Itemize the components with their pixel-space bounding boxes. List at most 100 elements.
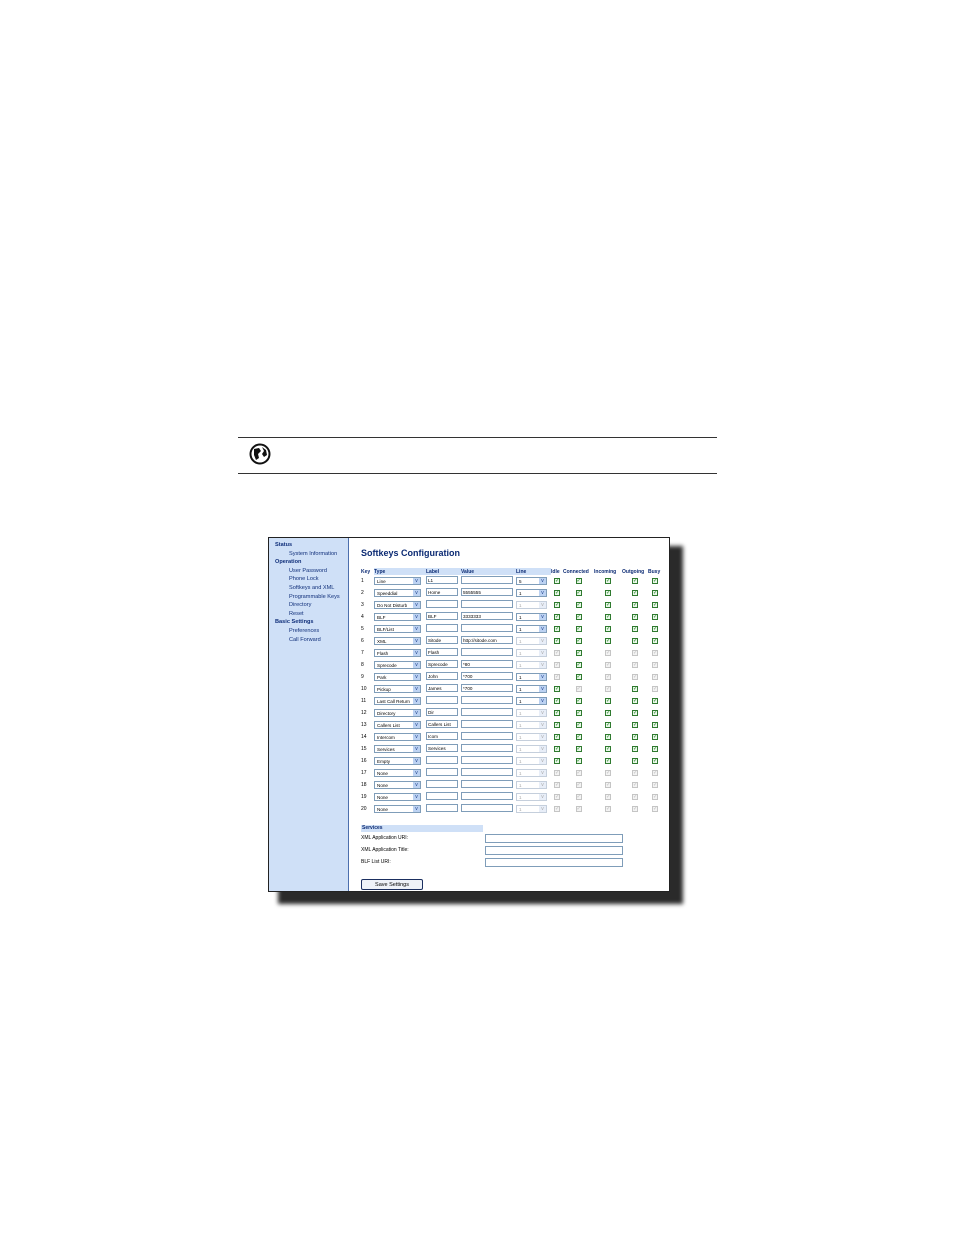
busy-checkbox[interactable]: ✓ — [652, 686, 658, 692]
value-input[interactable] — [461, 792, 513, 800]
line-select[interactable]: 1v — [516, 709, 547, 717]
incoming-checkbox[interactable]: ✓ — [605, 722, 611, 728]
incoming-checkbox[interactable]: ✓ — [605, 650, 611, 656]
nav-heading-operation[interactable]: Operation — [269, 558, 348, 567]
idle-checkbox[interactable]: ✓ — [554, 758, 560, 764]
idle-checkbox[interactable]: ✓ — [554, 698, 560, 704]
type-select[interactable]: Intercom v — [374, 733, 421, 741]
value-input[interactable] — [461, 600, 513, 608]
incoming-checkbox[interactable]: ✓ — [605, 602, 611, 608]
line-select[interactable]: 1v — [516, 649, 547, 657]
incoming-checkbox[interactable]: ✓ — [605, 746, 611, 752]
line-select[interactable]: 1v — [516, 805, 547, 813]
line-select[interactable]: 1v — [516, 601, 547, 609]
type-select[interactable]: BLF v — [374, 613, 421, 621]
label-input[interactable]: Services — [426, 744, 458, 752]
value-input[interactable] — [461, 756, 513, 764]
connected-checkbox[interactable]: ✓ — [575, 686, 582, 692]
busy-checkbox[interactable]: ✓ — [652, 734, 658, 740]
idle-checkbox[interactable]: ✓ — [554, 806, 560, 812]
outgoing-checkbox[interactable]: ✓ — [632, 722, 638, 728]
label-input[interactable]: L1 — [426, 576, 458, 584]
label-input[interactable] — [426, 792, 458, 800]
connected-checkbox[interactable]: ✓ — [575, 590, 582, 596]
incoming-checkbox[interactable]: ✓ — [605, 578, 611, 584]
connected-checkbox[interactable]: ✓ — [575, 794, 582, 800]
type-select[interactable]: Line v — [374, 577, 421, 585]
nav-item-user-password[interactable]: User Password — [269, 567, 348, 576]
type-select[interactable]: Flash v — [374, 649, 421, 657]
value-input[interactable]: *700 — [461, 684, 513, 692]
nav-heading-basic-settings[interactable]: Basic Settings — [269, 618, 348, 627]
busy-checkbox[interactable]: ✓ — [652, 626, 658, 632]
outgoing-checkbox[interactable]: ✓ — [632, 650, 638, 656]
label-input[interactable] — [426, 600, 458, 608]
idle-checkbox[interactable]: ✓ — [554, 686, 560, 692]
type-select[interactable]: None v — [374, 805, 421, 813]
value-input[interactable] — [461, 708, 513, 716]
connected-checkbox[interactable]: ✓ — [575, 782, 582, 788]
line-select[interactable]: 1v — [516, 733, 547, 741]
save-settings-button[interactable]: Save Settings — [361, 879, 423, 890]
nav-heading-status[interactable]: Status — [269, 541, 348, 550]
connected-checkbox[interactable]: ✓ — [575, 758, 582, 764]
incoming-checkbox[interactable]: ✓ — [605, 734, 611, 740]
connected-checkbox[interactable]: ✓ — [575, 662, 582, 668]
type-select[interactable]: Directory v — [374, 709, 421, 717]
line-select[interactable]: 1v — [516, 685, 547, 693]
type-select[interactable]: XML v — [374, 637, 421, 645]
outgoing-checkbox[interactable]: ✓ — [632, 614, 638, 620]
label-input[interactable]: Home — [426, 588, 458, 596]
idle-checkbox[interactable]: ✓ — [554, 626, 560, 632]
type-select[interactable]: Last Call Return v — [374, 697, 421, 705]
idle-checkbox[interactable]: ✓ — [554, 638, 560, 644]
busy-checkbox[interactable]: ✓ — [652, 710, 658, 716]
incoming-checkbox[interactable]: ✓ — [605, 614, 611, 620]
idle-checkbox[interactable]: ✓ — [554, 710, 560, 716]
connected-checkbox[interactable]: ✓ — [575, 578, 582, 584]
outgoing-checkbox[interactable]: ✓ — [632, 710, 638, 716]
type-select[interactable]: Speeddial v — [374, 589, 421, 597]
incoming-checkbox[interactable]: ✓ — [605, 710, 611, 716]
value-input[interactable] — [461, 576, 513, 584]
connected-checkbox[interactable]: ✓ — [575, 734, 582, 740]
nav-item-call-forward[interactable]: Call Forward — [269, 636, 348, 645]
label-input[interactable]: BLF — [426, 612, 458, 620]
incoming-checkbox[interactable]: ✓ — [605, 626, 611, 632]
outgoing-checkbox[interactable]: ✓ — [632, 734, 638, 740]
busy-checkbox[interactable]: ✓ — [652, 578, 658, 584]
incoming-checkbox[interactable]: ✓ — [605, 638, 611, 644]
idle-checkbox[interactable]: ✓ — [554, 674, 560, 680]
line-select[interactable]: 1v — [516, 697, 547, 705]
value-input[interactable] — [461, 780, 513, 788]
busy-checkbox[interactable]: ✓ — [652, 758, 658, 764]
idle-checkbox[interactable]: ✓ — [554, 650, 560, 656]
outgoing-checkbox[interactable]: ✓ — [632, 758, 638, 764]
idle-checkbox[interactable]: ✓ — [554, 602, 560, 608]
busy-checkbox[interactable]: ✓ — [652, 674, 658, 680]
label-input[interactable]: John — [426, 672, 458, 680]
nav-item-programmable-keys[interactable]: Programmable Keys — [269, 593, 348, 602]
blf-uri-input[interactable] — [485, 858, 623, 867]
incoming-checkbox[interactable]: ✓ — [605, 686, 611, 692]
nav-item-reset[interactable]: Reset — [269, 610, 348, 619]
type-select[interactable]: Callers List v — [374, 721, 421, 729]
outgoing-checkbox[interactable]: ✓ — [632, 782, 638, 788]
line-select[interactable]: 1v — [516, 637, 547, 645]
idle-checkbox[interactable]: ✓ — [554, 746, 560, 752]
xml-title-input[interactable] — [485, 846, 623, 855]
type-select[interactable]: Services v — [374, 745, 421, 753]
incoming-checkbox[interactable]: ✓ — [605, 794, 611, 800]
label-input[interactable]: Flash — [426, 648, 458, 656]
busy-checkbox[interactable]: ✓ — [652, 782, 658, 788]
outgoing-checkbox[interactable]: ✓ — [632, 578, 638, 584]
nav-item-phone-lock[interactable]: Phone Lock — [269, 575, 348, 584]
idle-checkbox[interactable]: ✓ — [554, 770, 560, 776]
busy-checkbox[interactable]: ✓ — [652, 662, 658, 668]
label-input[interactable] — [426, 624, 458, 632]
connected-checkbox[interactable]: ✓ — [575, 710, 582, 716]
idle-checkbox[interactable]: ✓ — [554, 734, 560, 740]
outgoing-checkbox[interactable]: ✓ — [632, 770, 638, 776]
line-select[interactable]: 1v — [516, 745, 547, 753]
value-input[interactable] — [461, 744, 513, 752]
